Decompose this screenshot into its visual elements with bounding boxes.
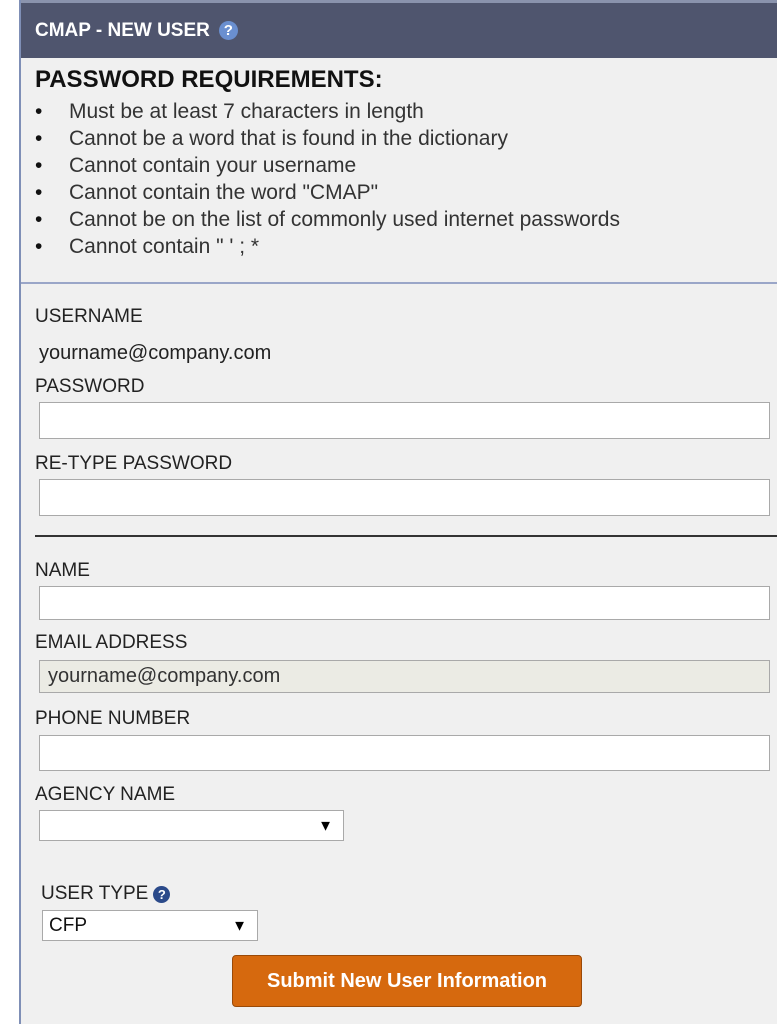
user-type-label-text: USER TYPE	[41, 883, 149, 904]
user-type-label: USER TYPE ?	[41, 883, 171, 905]
help-icon[interactable]: ?	[218, 21, 238, 40]
requirements-list: Must be at least 7 characters in length …	[35, 98, 777, 260]
agency-select[interactable]: ▼	[39, 810, 344, 841]
help-icon[interactable]: ?	[153, 885, 171, 903]
panel-title: CMAP - NEW USER	[35, 19, 210, 41]
phone-field[interactable]	[39, 735, 770, 771]
chevron-down-icon: ▼	[232, 917, 247, 934]
requirement-item: Cannot contain " ' ; *	[35, 233, 777, 260]
submit-button[interactable]: Submit New User Information	[232, 955, 582, 1007]
new-user-panel: CMAP - NEW USER ? PASSWORD REQUIREMENTS:…	[19, 0, 777, 1024]
user-type-select[interactable]: CFP ▼	[42, 910, 258, 941]
name-field[interactable]	[39, 586, 770, 620]
name-label: NAME	[35, 560, 90, 581]
requirements-title: PASSWORD REQUIREMENTS:	[35, 66, 383, 93]
username-label: USERNAME	[35, 306, 143, 327]
requirement-item: Cannot be a word that is found in the di…	[35, 125, 777, 152]
user-type-selected-value: CFP	[49, 914, 87, 936]
retype-password-label: RE-TYPE PASSWORD	[35, 453, 233, 474]
agency-label: AGENCY NAME	[35, 784, 176, 805]
password-field[interactable]	[39, 402, 770, 439]
retype-password-field[interactable]	[39, 479, 770, 516]
password-requirements: PASSWORD REQUIREMENTS: Must be at least …	[21, 58, 777, 284]
chevron-down-icon: ▼	[318, 817, 333, 834]
email-field	[39, 660, 770, 693]
password-label: PASSWORD	[35, 376, 145, 397]
panel-header: CMAP - NEW USER ?	[21, 0, 777, 58]
phone-label: PHONE NUMBER	[35, 708, 191, 729]
email-label: EMAIL ADDRESS	[35, 632, 188, 653]
requirement-item: Must be at least 7 characters in length	[35, 98, 777, 125]
requirement-item: Cannot contain your username	[35, 152, 777, 179]
requirement-item: Cannot contain the word "CMAP"	[35, 179, 777, 206]
requirement-item: Cannot be on the list of commonly used i…	[35, 206, 777, 233]
section-divider	[35, 535, 777, 537]
username-value: yourname@company.com	[39, 342, 272, 364]
